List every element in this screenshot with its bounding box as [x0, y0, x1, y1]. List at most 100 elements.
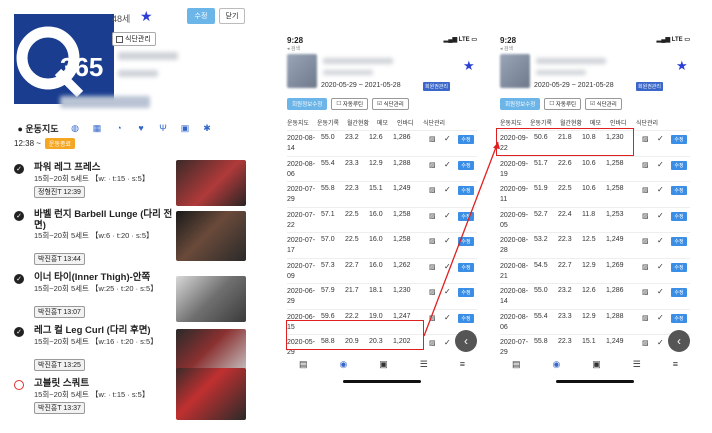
auto-routine-toggle[interactable]: ☐ 자동루틴	[331, 98, 369, 110]
favorite-star-icon[interactable]: ★	[140, 9, 153, 23]
photo-icon[interactable]: ▨	[642, 314, 649, 322]
nav-schedule-icon[interactable]: ☰	[633, 359, 641, 370]
edit-member-button[interactable]: 회원정보수정	[287, 98, 328, 110]
photo-icon[interactable]: ▨	[429, 212, 436, 220]
tab-exercise-guide[interactable]: 운동지도	[287, 118, 317, 128]
row-edit-button[interactable]: 수정	[458, 160, 474, 170]
nav-member-icon[interactable]: ◉	[552, 359, 560, 370]
cell-weight: 55.8	[534, 338, 548, 345]
tab-memo[interactable]: 메모	[590, 118, 610, 128]
back-to-search[interactable]: ◂ 검색	[287, 45, 303, 52]
row-edit-button[interactable]: 수정	[671, 160, 687, 170]
diet-management-button[interactable]: 식단관리	[112, 32, 156, 46]
exercise-item[interactable]: ✓ 바벨 런지 Barbell Lunge (다리 전면) 15회~20회 5세…	[14, 207, 246, 265]
row-edit-button[interactable]: 수정	[671, 237, 687, 246]
favorite-star-icon[interactable]: ★	[676, 58, 688, 74]
photo-icon[interactable]: ▨	[429, 135, 436, 143]
tab-inbody[interactable]: 인바디	[610, 118, 636, 128]
diet-management-toggle[interactable]: ☑ 식단관리	[372, 98, 409, 110]
nav-scan-icon[interactable]: ▣	[592, 359, 601, 370]
tab-diet[interactable]: 식단관리	[636, 118, 666, 128]
done-check-icon: ✓	[14, 211, 24, 221]
back-fab-chevron-left-icon[interactable]: ‹	[455, 330, 477, 352]
row-edit-button[interactable]: 수정	[671, 135, 687, 144]
nav-list-icon[interactable]: ▤	[299, 359, 308, 370]
nav-member-icon[interactable]: ◉	[339, 359, 347, 370]
tab-calendar-icon[interactable]: ▦	[88, 123, 106, 134]
tab-record-icon[interactable]: ◍	[66, 123, 84, 134]
tab-exercise-record[interactable]: 운동기록	[530, 118, 560, 128]
trainer-stamp: 박진흥T 13:37	[34, 402, 85, 414]
photo-icon[interactable]: ▨	[429, 288, 436, 296]
tab-card-icon[interactable]: ▣	[176, 123, 194, 134]
photo-icon[interactable]: ▨	[642, 161, 649, 169]
check-icon: ✓	[444, 338, 451, 347]
row-edit-button[interactable]: 수정	[458, 186, 474, 195]
tab-monthly-status[interactable]: 월간현황	[347, 118, 377, 128]
tab-exercise-guide[interactable]: ● 운동지도	[14, 122, 62, 135]
favorite-star-icon[interactable]: ★	[463, 58, 475, 74]
nav-schedule-icon[interactable]: ☰	[420, 359, 428, 370]
cell-body-fat: 16.0	[369, 210, 383, 218]
cell-date: 2020-08-14	[287, 135, 316, 152]
bottom-nav: ▤ ◉ ▣ ☰ ≡	[496, 356, 694, 372]
cell-body-fat: 16.0	[369, 261, 383, 269]
tab-memo-icon[interactable]: ◔	[110, 123, 128, 133]
photo-icon[interactable]: ▨	[429, 263, 436, 271]
cell-body-fat: 12.9	[582, 261, 596, 269]
tab-monthly-status[interactable]: 월간현황	[560, 118, 590, 128]
row-edit-button[interactable]: 수정	[671, 313, 687, 323]
auto-routine-toggle[interactable]: ☐ 자동루틴	[544, 98, 582, 110]
nav-menu-icon[interactable]: ≡	[673, 359, 678, 369]
cell-body-fat: 12.9	[369, 159, 383, 167]
edit-member-button[interactable]: 회원정보수정	[500, 98, 541, 110]
row-edit-button[interactable]: 수정	[458, 135, 474, 144]
tab-inbody[interactable]: 인바디	[397, 118, 423, 128]
nav-list-icon[interactable]: ▤	[512, 359, 521, 370]
membership-manage-badge[interactable]: 회원권관리	[423, 82, 451, 91]
photo-icon[interactable]: ▨	[642, 263, 649, 271]
row-edit-button[interactable]: 수정	[458, 288, 474, 297]
photo-icon[interactable]: ▨	[429, 339, 436, 347]
photo-icon[interactable]: ▨	[642, 237, 649, 245]
row-edit-button[interactable]: 수정	[671, 186, 687, 195]
membership-manage-badge[interactable]: 회원권관리	[636, 82, 664, 91]
photo-icon[interactable]: ▨	[642, 186, 649, 194]
cell-muscle-mass: 23.3	[558, 312, 572, 320]
tab-settings-icon[interactable]: ✱	[198, 123, 216, 134]
cell-body-fat: 12.9	[582, 312, 596, 320]
row-edit-button[interactable]: 수정	[671, 262, 687, 272]
close-button[interactable]: 닫기	[219, 8, 245, 24]
row-edit-button[interactable]: 수정	[458, 211, 474, 221]
photo-icon[interactable]: ▨	[642, 288, 649, 296]
photo-icon[interactable]: ▨	[429, 314, 436, 322]
cell-body-fat: 10.6	[582, 185, 596, 192]
photo-icon[interactable]: ▨	[642, 212, 649, 220]
tab-diet-icon[interactable]: Ψ	[154, 123, 172, 133]
photo-icon[interactable]: ▨	[429, 161, 436, 169]
row-edit-button[interactable]: 수정	[458, 237, 474, 246]
tab-exercise-guide[interactable]: 운동지도	[500, 118, 530, 128]
nav-menu-icon[interactable]: ≡	[460, 359, 465, 369]
tab-exercise-record[interactable]: 운동기록	[317, 118, 347, 128]
back-to-search[interactable]: ◂ 검색	[500, 45, 516, 52]
diet-management-toggle[interactable]: ☑ 식단관리	[585, 98, 622, 110]
row-edit-button[interactable]: 수정	[671, 288, 687, 297]
photo-icon[interactable]: ▨	[642, 135, 649, 143]
row-edit-button[interactable]: 수정	[671, 211, 687, 221]
tab-diet[interactable]: 식단관리	[423, 118, 453, 128]
exercise-item[interactable]: 고블릿 스쿼트 15회~20회 5세트 【w: · t:15 · s:5】 박진…	[14, 368, 246, 428]
photo-icon[interactable]: ▨	[429, 237, 436, 245]
exercise-spec: 15회~20회 5세트 【w:25 · t:20 · s:5】	[34, 284, 158, 293]
row-edit-button[interactable]: 수정	[458, 313, 474, 323]
edit-button[interactable]: 수정	[187, 8, 215, 24]
exercise-item[interactable]: ✓ 이너 타이(Inner Thigh)-안쪽 15회~20회 5세트 【w:2…	[14, 270, 246, 322]
back-fab-chevron-left-icon[interactable]: ‹	[668, 330, 690, 352]
photo-icon[interactable]: ▨	[429, 186, 436, 194]
exercise-item[interactable]: ✓ 파워 레그 프레스 15회~20회 5세트 【w: · t:15 · s:5…	[14, 160, 246, 212]
tab-memo[interactable]: 메모	[377, 118, 397, 128]
photo-icon[interactable]: ▨	[642, 339, 649, 347]
nav-scan-icon[interactable]: ▣	[379, 359, 388, 370]
tab-heart-icon[interactable]: ♥	[132, 123, 150, 133]
row-edit-button[interactable]: 수정	[458, 262, 474, 272]
